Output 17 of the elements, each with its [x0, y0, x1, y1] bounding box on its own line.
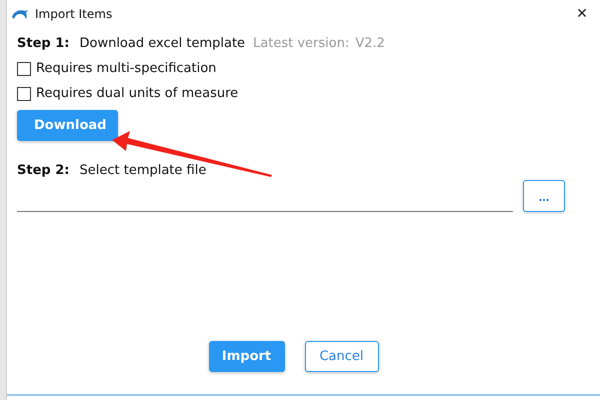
close-button[interactable]: ✕: [564, 0, 600, 28]
window-title: Import Items: [35, 7, 112, 21]
download-button[interactable]: Download: [17, 110, 118, 141]
browse-button[interactable]: ...: [523, 180, 565, 212]
step-label: Step 2:: [17, 163, 70, 178]
step-label: Step 1:: [17, 36, 70, 51]
checkbox[interactable]: [17, 62, 31, 76]
checkbox-label: Requires multi-specification: [36, 61, 216, 76]
step-text: Download excel template: [79, 36, 246, 51]
checkbox[interactable]: [17, 86, 31, 100]
checkbox-label: Requires dual units of measure: [36, 86, 238, 101]
step-text: Select template file: [79, 163, 206, 178]
version-value: V2.2: [355, 36, 385, 51]
import-button[interactable]: Import: [208, 341, 284, 372]
version-label: Latest version:: [253, 36, 350, 51]
cancel-button[interactable]: Cancel: [304, 341, 378, 372]
dolphin-icon: [11, 8, 29, 20]
